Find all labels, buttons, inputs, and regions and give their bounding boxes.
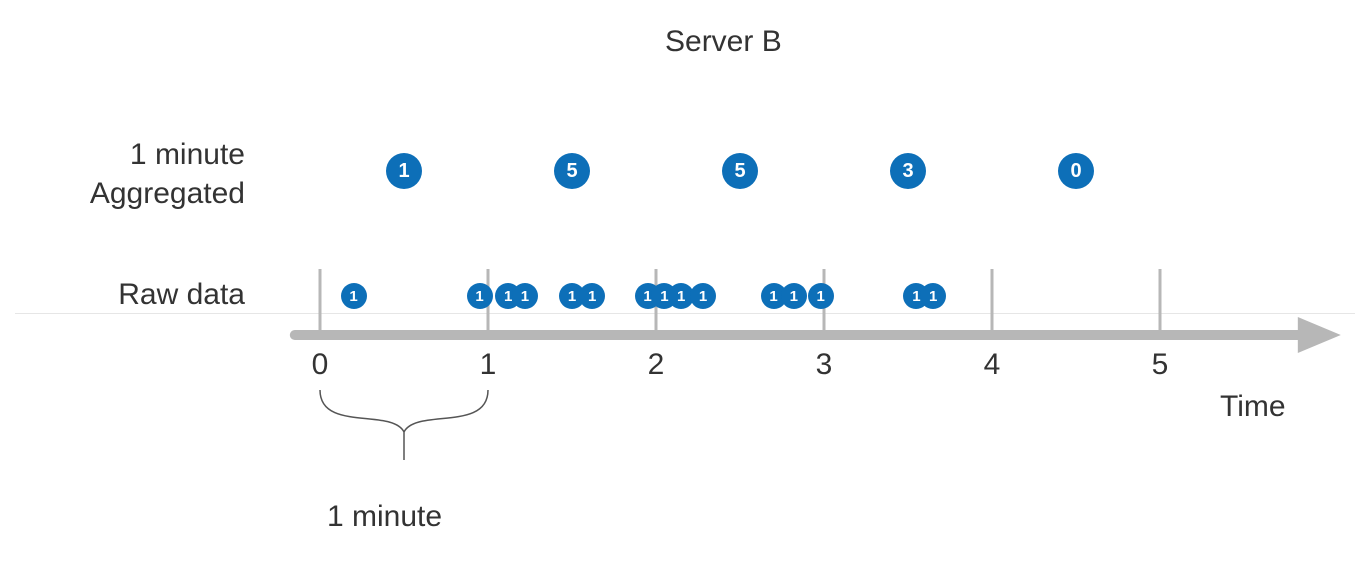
diagram-stage: Server B 1 minute Aggregated Raw data Ti… xyxy=(0,0,1370,573)
axis-arrowhead-icon xyxy=(1298,317,1341,353)
guide-line xyxy=(15,313,1355,314)
aggregated-dot: 5 xyxy=(554,153,590,189)
axis-tick-label: 2 xyxy=(641,348,671,382)
raw-dot: 1 xyxy=(341,283,367,309)
aggregated-dot: 0 xyxy=(1058,153,1094,189)
axis-tick-label: 0 xyxy=(305,348,335,382)
row-label-aggregated-line1: 1 minute xyxy=(130,138,245,171)
row-label-aggregated: 1 minute Aggregated xyxy=(40,135,245,213)
row-label-aggregated-line2: Aggregated xyxy=(90,177,245,210)
raw-dot: 1 xyxy=(579,283,605,309)
axis-tick-label: 3 xyxy=(809,348,839,382)
raw-dot: 1 xyxy=(808,283,834,309)
raw-dot: 1 xyxy=(690,283,716,309)
row-label-raw: Raw data xyxy=(60,275,245,314)
axis-tick-label: 1 xyxy=(473,348,503,382)
aggregated-dot: 3 xyxy=(890,153,926,189)
axis-tick-label: 5 xyxy=(1145,348,1175,382)
raw-dot: 1 xyxy=(467,283,493,309)
axis-tick-label: 4 xyxy=(977,348,1007,382)
raw-dot: 1 xyxy=(920,283,946,309)
bracket-label: 1 minute xyxy=(327,500,442,534)
raw-dot: 1 xyxy=(512,283,538,309)
aggregated-dot: 1 xyxy=(386,153,422,189)
aggregated-dot: 5 xyxy=(722,153,758,189)
diagram-title: Server B xyxy=(665,25,782,59)
interval-bracket-icon xyxy=(320,390,488,460)
raw-dot: 1 xyxy=(781,283,807,309)
axis-label-time: Time xyxy=(1220,390,1286,424)
